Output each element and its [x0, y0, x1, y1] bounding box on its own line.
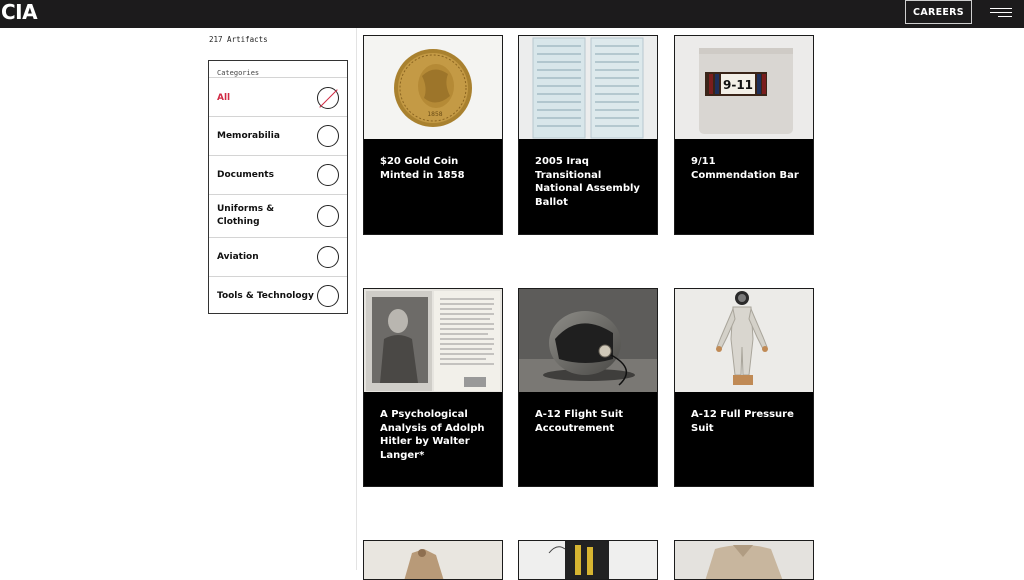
- artifact-card[interactable]: A-12 Full Pressure Suit: [674, 288, 814, 487]
- categories-heading: Categories: [217, 69, 260, 77]
- artifact-card[interactable]: 9-11 9/11 Commendation Bar: [674, 35, 814, 235]
- category-label: Tools & Technology: [217, 291, 314, 301]
- category-label: Memorabilia: [217, 131, 280, 141]
- category-label: Uniforms & Clothing: [217, 204, 275, 227]
- category-filter-panel: Categories All Memorabilia Documents Uni…: [208, 60, 348, 314]
- artifact-card[interactable]: 1858 $20 Gold Coin Minted in 1858: [363, 35, 503, 235]
- artifact-card[interactable]: A-12 Flight Suit Accoutrement: [518, 288, 658, 487]
- artifact-card[interactable]: A Psychological Analysis of Adolph Hitle…: [363, 288, 503, 487]
- cia-logo[interactable]: CIA: [1, 1, 38, 23]
- category-uniforms-clothing[interactable]: Uniforms & Clothing: [209, 194, 347, 237]
- category-label: Aviation: [217, 252, 259, 262]
- artifact-title: A-12 Full Pressure Suit: [691, 409, 794, 434]
- helmet-image: [519, 289, 657, 392]
- pressure-suit-image: [675, 289, 813, 392]
- ballot-image: [519, 36, 657, 139]
- svg-text:1858: 1858: [427, 111, 442, 118]
- artifact-card[interactable]: 2005 Iraq Transitional National Assembly…: [518, 35, 658, 235]
- category-documents[interactable]: Documents: [209, 155, 347, 194]
- artifact-image: [519, 541, 657, 579]
- commendation-bar-image: 9-11: [675, 36, 813, 139]
- artifact-title: 2005 Iraq Transitional National Assembly…: [535, 156, 640, 208]
- selected-slash-icon: [319, 89, 338, 108]
- artifact-title: $20 Gold Coin Minted in 1858: [380, 156, 465, 181]
- top-nav-bar: CIA CAREERS: [0, 0, 1024, 28]
- content-divider: [356, 28, 357, 570]
- category-radio[interactable]: [317, 285, 339, 307]
- artifact-card[interactable]: [674, 540, 814, 580]
- category-all-radio[interactable]: [317, 87, 339, 109]
- artifact-title: A Psychological Analysis of Adolph Hitle…: [380, 409, 485, 461]
- artifact-title: A-12 Flight Suit Accoutrement: [535, 409, 624, 434]
- category-all[interactable]: All: [209, 77, 347, 116]
- artifact-card[interactable]: [363, 540, 503, 580]
- gold-coin-image: 1858: [364, 36, 502, 139]
- category-label: All: [217, 93, 231, 103]
- category-tools-technology[interactable]: Tools & Technology: [209, 276, 347, 314]
- category-aviation[interactable]: Aviation: [209, 237, 347, 276]
- commendation-bar-text: 9-11: [723, 78, 753, 92]
- hamburger-menu-icon[interactable]: [990, 6, 1012, 20]
- category-memorabilia[interactable]: Memorabilia: [209, 116, 347, 155]
- category-radio[interactable]: [317, 125, 339, 147]
- book-image: [364, 289, 502, 392]
- category-label: Documents: [217, 170, 274, 180]
- artifact-title: 9/11 Commendation Bar: [691, 156, 799, 181]
- careers-button[interactable]: CAREERS: [905, 0, 972, 24]
- category-radio[interactable]: [317, 205, 339, 227]
- category-radio[interactable]: [317, 246, 339, 268]
- artifact-count: 217 Artifacts: [209, 35, 268, 44]
- artifact-image: [364, 541, 502, 579]
- artifact-image: [675, 541, 813, 579]
- category-radio[interactable]: [317, 164, 339, 186]
- artifact-card[interactable]: [518, 540, 658, 580]
